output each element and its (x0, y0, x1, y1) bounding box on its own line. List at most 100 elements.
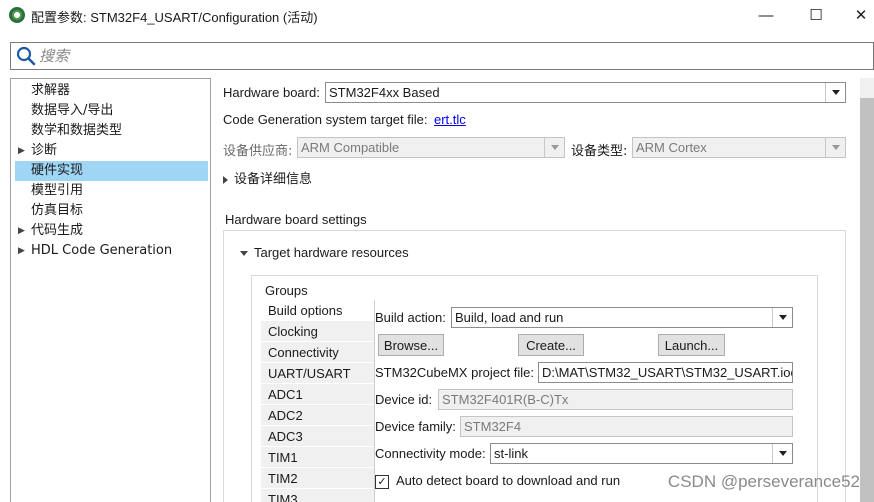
minimize-button[interactable]: — (743, 0, 789, 30)
tree-item-solver[interactable]: 求解器 (15, 81, 208, 101)
close-button[interactable]: ✕ (838, 0, 874, 30)
group-item-adc1[interactable]: ADC1 (261, 384, 374, 405)
device-id-value: STM32F401R(B-C)Tx (442, 392, 569, 407)
tree-item-label: HDL Code Generation (31, 243, 173, 258)
watermark: CSDN @perseverance52 (667, 472, 860, 491)
groups-list: Build options Clocking Connectivity UART… (261, 300, 375, 502)
device-vendor-label: 设备供应商: (223, 144, 293, 159)
tree-item-label: 模型引用 (31, 183, 84, 198)
browse-button[interactable]: Browse... (378, 334, 444, 356)
board-settings-title: Hardware board settings (225, 212, 367, 227)
chevron-down-icon (544, 138, 564, 157)
groups-panel: Groups Build options Clocking Connectivi… (251, 275, 818, 502)
expand-arrow-icon[interactable]: ▶ (18, 221, 25, 241)
group-item-tim1[interactable]: TIM1 (261, 447, 374, 468)
board-settings-panel: Target hardware resources Groups Build o… (223, 230, 846, 502)
group-item-tim3[interactable]: TIM3 (261, 489, 374, 502)
title-bar: 配置参数: STM32F4_USART/Configuration (活动) —… (0, 0, 874, 30)
connectivity-mode-value: st-link (494, 446, 528, 461)
group-item-uart-usart[interactable]: UART/USART (261, 363, 374, 384)
device-id-label: Device id: (375, 392, 433, 407)
project-file-field[interactable]: D:\MAT\STM32_USART\STM32_USART.ioc (538, 362, 793, 383)
device-type-value: ARM Cortex (636, 140, 707, 155)
device-id-field: STM32F401R(B-C)Tx (438, 389, 793, 410)
tree-item-code-generation[interactable]: ▶ 代码生成 (15, 221, 208, 241)
tree-item-diagnostics[interactable]: ▶ 诊断 (15, 141, 208, 161)
group-item-label: TIM3 (268, 492, 298, 502)
hardware-board-label: Hardware board: (223, 85, 320, 100)
expand-arrow-icon[interactable]: ▶ (18, 241, 25, 261)
maximize-button[interactable]: ☐ (793, 0, 839, 30)
tree-item-label: 数据导入/导出 (31, 103, 114, 118)
check-icon: ✓ (377, 475, 387, 488)
device-type-select[interactable]: ARM Cortex (632, 137, 846, 158)
target-resources-label: Target hardware resources (254, 245, 409, 260)
auto-detect-checkbox[interactable]: ✓ (375, 475, 389, 489)
group-item-connectivity[interactable]: Connectivity (261, 342, 374, 363)
search-input[interactable] (39, 45, 859, 67)
group-item-label: Connectivity (268, 345, 339, 360)
hardware-board-value: STM32F4xx Based (329, 85, 440, 100)
group-item-label: TIM2 (268, 471, 298, 486)
expand-arrow-icon (223, 175, 228, 184)
group-item-tim2[interactable]: TIM2 (261, 468, 374, 489)
hardware-board-select[interactable]: STM32F4xx Based (325, 82, 846, 103)
device-vendor-value: ARM Compatible (301, 140, 400, 155)
device-details-label: 设备详细信息 (234, 172, 313, 187)
group-item-adc3[interactable]: ADC3 (261, 426, 374, 447)
project-file-label: STM32CubeMX project file: (375, 365, 534, 380)
expand-arrow-icon[interactable]: ▶ (18, 141, 25, 161)
chevron-down-icon[interactable] (825, 83, 845, 102)
group-item-label: ADC1 (268, 387, 303, 402)
tree-item-model-reference[interactable]: 模型引用 (15, 181, 208, 201)
build-action-value: Build, load and run (455, 310, 564, 325)
tree-item-simulation-target[interactable]: 仿真目标 (15, 201, 208, 221)
vertical-scrollbar[interactable] (860, 78, 874, 502)
tree-item-label: 诊断 (31, 143, 58, 158)
device-type-label: 设备类型: (571, 144, 628, 159)
device-family-value: STM32F4 (464, 419, 522, 434)
target-resources-toggle[interactable]: Target hardware resources (240, 245, 409, 260)
connectivity-mode-select[interactable]: st-link (490, 443, 793, 464)
chevron-down-icon[interactable] (772, 444, 792, 463)
tree-item-label: 求解器 (31, 83, 71, 98)
auto-detect-label: Auto detect board to download and run (396, 473, 621, 488)
groups-label: Groups (265, 283, 308, 298)
device-vendor-select[interactable]: ARM Compatible (297, 137, 565, 158)
app-logo-icon (9, 7, 25, 23)
tree-item-label: 代码生成 (31, 223, 84, 238)
close-icon: ✕ (854, 7, 868, 24)
group-item-label: Clocking (268, 324, 318, 339)
window-title: 配置参数: STM32F4_USART/Configuration (活动) (31, 10, 318, 25)
scrollbar-thumb[interactable] (860, 98, 874, 502)
tree-item-label: 数学和数据类型 (31, 123, 123, 138)
group-item-label: ADC2 (268, 408, 303, 423)
device-details-toggle[interactable]: 设备详细信息 (223, 168, 312, 187)
chevron-down-icon[interactable] (772, 308, 792, 327)
device-family-label: Device family: (375, 419, 456, 434)
create-button[interactable]: Create... (518, 334, 584, 356)
build-action-label: Build action: (375, 310, 446, 325)
group-item-label: Build options (268, 303, 343, 318)
codegen-target-label: Code Generation system target file: (223, 112, 428, 127)
tree-item-label: 仿真目标 (31, 203, 84, 218)
group-item-clocking[interactable]: Clocking (261, 321, 374, 342)
group-item-label: ADC3 (268, 429, 303, 444)
tree-item-hdl-code-generation[interactable]: ▶ HDL Code Generation (15, 241, 208, 261)
group-item-adc2[interactable]: ADC2 (261, 405, 374, 426)
build-action-select[interactable]: Build, load and run (451, 307, 793, 328)
tree-item-math-data-types[interactable]: 数学和数据类型 (15, 121, 208, 141)
tree-item-hardware-implementation[interactable]: 硬件实现 (15, 161, 208, 181)
group-item-build-options[interactable]: Build options (261, 300, 374, 321)
device-family-field: STM32F4 (460, 416, 793, 437)
tree-item-label: 硬件实现 (31, 163, 84, 178)
search-bar (10, 42, 874, 70)
group-item-label: UART/USART (268, 366, 351, 381)
maximize-icon: ☐ (809, 7, 823, 24)
launch-button[interactable]: Launch... (658, 334, 725, 356)
tree-item-data-import-export[interactable]: 数据导入/导出 (15, 101, 208, 121)
minimize-icon: — (758, 6, 774, 24)
codegen-target-link[interactable]: ert.tlc (434, 112, 466, 127)
group-item-label: TIM1 (268, 450, 298, 465)
category-tree: 求解器 数据导入/导出 数学和数据类型 ▶ 诊断 硬件实现 模型引用 仿真目标 ▶… (10, 78, 211, 502)
